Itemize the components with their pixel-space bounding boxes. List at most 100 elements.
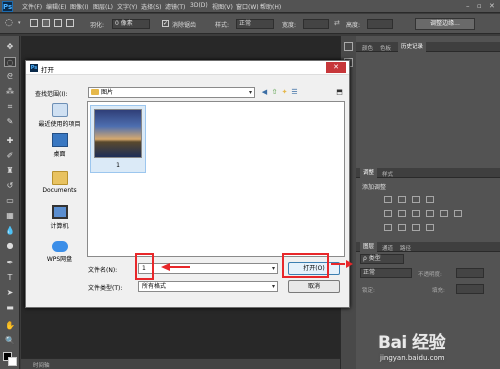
menu-type[interactable]: 文字(Y)	[117, 2, 137, 11]
menu-edit[interactable]: 编辑(E)	[46, 2, 66, 11]
fill-input[interactable]	[456, 284, 484, 294]
pen-tool-icon[interactable]: ✒	[4, 258, 16, 268]
levels-icon[interactable]	[398, 196, 406, 203]
menu-file[interactable]: 文件(F)	[22, 2, 42, 11]
quick-select-tool-icon[interactable]: ⁂	[4, 87, 16, 97]
photo-filter-icon[interactable]	[440, 210, 448, 217]
timeline-bar: 时间轴	[21, 358, 351, 369]
lasso-tool-icon[interactable]: ᘓ	[4, 72, 16, 82]
width-input[interactable]	[303, 19, 329, 29]
computer-icon	[51, 205, 68, 219]
subtract-selection-icon[interactable]	[54, 19, 62, 27]
swap-icon[interactable]: ⇄	[334, 19, 340, 27]
tab-styles[interactable]: 样式	[382, 170, 393, 178]
style-select[interactable]: 正常	[236, 19, 274, 29]
vibrance-icon[interactable]	[384, 210, 392, 217]
file-item[interactable]: 1	[90, 105, 146, 173]
menu-select[interactable]: 选择(S)	[141, 2, 162, 11]
height-input[interactable]	[367, 19, 393, 29]
tab-adjustments[interactable]: 调整	[360, 168, 378, 178]
opacity-label: 不透明度:	[418, 272, 442, 278]
dialog-titlebar: Ps 打开 ✕	[26, 61, 349, 75]
place-recent[interactable]: 最近使用的项目	[31, 103, 88, 128]
menu-window[interactable]: 窗口(W)	[236, 2, 259, 11]
gradient-map-icon[interactable]	[426, 224, 434, 231]
up-folder-icon[interactable]: ⇧	[270, 88, 279, 97]
channel-mixer-icon[interactable]	[454, 210, 462, 217]
tab-swatches[interactable]: 色板	[380, 44, 391, 52]
antialias-checkbox[interactable]: ✓	[162, 20, 169, 27]
chevron-down-icon[interactable]: ▾	[18, 20, 21, 26]
curves-icon[interactable]	[412, 196, 420, 203]
filename-input[interactable]: 1 ▾	[138, 263, 278, 274]
brightness-icon[interactable]	[384, 196, 392, 203]
close-icon[interactable]: ✕	[489, 2, 495, 10]
history-panel-icon[interactable]	[344, 42, 353, 51]
place-computer[interactable]: 计算机	[31, 205, 88, 230]
ellipse-marquee-icon[interactable]: ◌	[5, 18, 13, 28]
menu-image[interactable]: 图像(I)	[70, 2, 88, 11]
menu-help[interactable]: 帮助(H)	[260, 2, 281, 11]
opacity-input[interactable]	[456, 268, 484, 278]
background-color-swatch[interactable]	[8, 357, 17, 366]
stamp-tool-icon[interactable]: ♜	[4, 166, 16, 176]
dialog-close-button[interactable]: ✕	[326, 62, 346, 73]
color-balance-icon[interactable]	[412, 210, 420, 217]
place-desktop[interactable]: 桌面	[31, 133, 88, 158]
menu-filter[interactable]: 滤镜(T)	[165, 2, 185, 11]
filetype-select[interactable]: 所有格式 ▾	[138, 281, 278, 292]
menu-3d[interactable]: 3D(D)	[190, 2, 208, 9]
posterize-icon[interactable]	[398, 224, 406, 231]
menu-view[interactable]: 视图(V)	[212, 2, 233, 11]
file-list: 1	[87, 101, 345, 257]
tab-channels[interactable]: 通道	[382, 244, 393, 252]
timeline-label[interactable]: 时间轴	[33, 361, 50, 369]
view-menu-icon[interactable]: ☰	[290, 88, 299, 97]
threshold-icon[interactable]	[412, 224, 420, 231]
move-tool-icon[interactable]: ✥	[4, 42, 16, 52]
minimize-icon[interactable]: –	[466, 2, 470, 10]
gradient-tool-icon[interactable]: ▦	[4, 211, 16, 221]
back-icon[interactable]: ◀	[260, 88, 269, 97]
marquee-tool-icon[interactable]: ◌	[4, 57, 16, 67]
right-panels: 颜色 色板 历史记录 调整 样式 添加调整 图层 通道 路径 ρ 类型 正常 不…	[356, 36, 500, 369]
eyedropper-tool-icon[interactable]: ✎	[4, 117, 16, 127]
shape-tool-icon[interactable]: ▬	[4, 303, 16, 313]
blur-tool-icon[interactable]: 💧	[4, 226, 16, 236]
feather-input[interactable]: 0 像素	[112, 19, 150, 29]
tab-paths[interactable]: 路径	[400, 244, 411, 252]
healing-tool-icon[interactable]: ✚	[4, 136, 16, 146]
type-tool-icon[interactable]: T	[4, 273, 16, 283]
cancel-button[interactable]: 取消	[288, 280, 340, 293]
invert-icon[interactable]	[384, 224, 392, 231]
new-selection-icon[interactable]	[30, 19, 38, 27]
hue-saturation-icon[interactable]	[398, 210, 406, 217]
crop-tool-icon[interactable]: ⌗	[4, 102, 16, 112]
tab-history[interactable]: 历史记录	[398, 42, 427, 52]
blend-mode-select[interactable]: 正常	[360, 268, 412, 278]
place-documents[interactable]: Documents	[31, 171, 88, 194]
menu-layer[interactable]: 图层(L)	[93, 2, 113, 11]
new-folder-icon[interactable]: ✦	[280, 88, 289, 97]
eraser-tool-icon[interactable]: ▭	[4, 196, 16, 206]
lookin-select[interactable]: 图片 ▾	[88, 87, 255, 98]
path-select-tool-icon[interactable]: ➤	[4, 288, 16, 298]
tab-color[interactable]: 颜色	[362, 44, 373, 52]
history-brush-tool-icon[interactable]: ↺	[4, 181, 16, 191]
exposure-icon[interactable]	[426, 196, 434, 203]
hand-tool-icon[interactable]: ✋	[4, 321, 16, 331]
add-selection-icon[interactable]	[42, 19, 50, 27]
dodge-tool-icon[interactable]: ●	[4, 241, 16, 251]
restore-icon[interactable]: ▫	[477, 2, 482, 10]
layer-kind-filter[interactable]: ρ 类型	[360, 254, 404, 264]
brush-tool-icon[interactable]: ✐	[4, 151, 16, 161]
refine-edge-button[interactable]: 调整边缘...	[415, 18, 475, 30]
black-white-icon[interactable]	[426, 210, 434, 217]
tab-layers[interactable]: 图层	[360, 242, 378, 252]
fill-label: 填充:	[432, 288, 445, 294]
file-item-label: 1	[116, 162, 120, 169]
preview-icon[interactable]: ⬒	[335, 88, 344, 97]
intersect-selection-icon[interactable]	[66, 19, 74, 27]
place-wps[interactable]: WPS网盘	[31, 241, 88, 263]
zoom-tool-icon[interactable]: 🔍	[4, 336, 16, 346]
